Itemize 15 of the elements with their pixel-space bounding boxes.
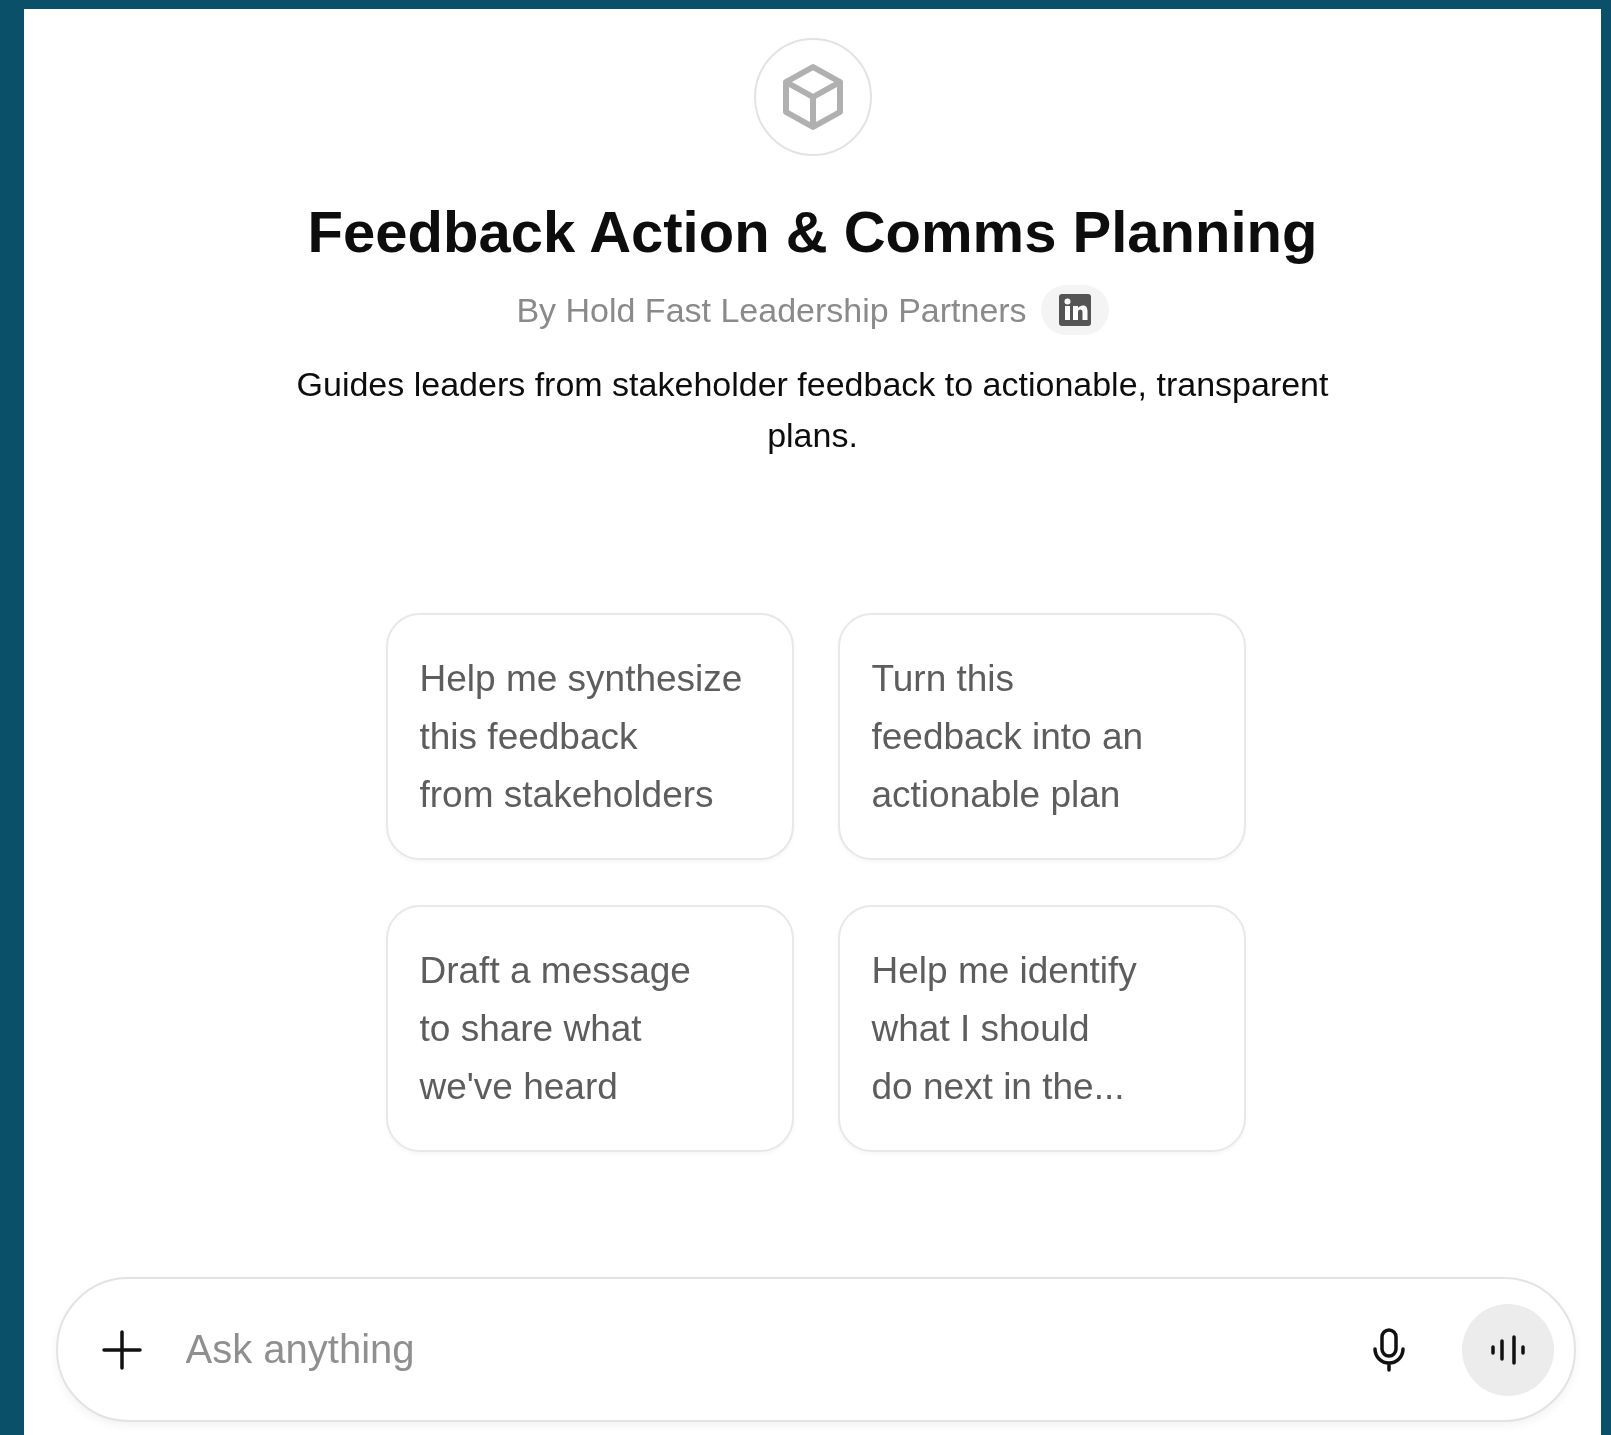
author-text: By Hold Fast Leadership Partners	[516, 290, 1027, 330]
cube-icon	[780, 63, 845, 131]
suggestion-card[interactable]: Draft a message to share what we've heard	[385, 905, 794, 1152]
waveform-icon	[1489, 1334, 1526, 1365]
microphone-icon	[1371, 1327, 1406, 1372]
gpt-title: Feedback Action & Comms Planning	[307, 199, 1318, 265]
suggestion-card[interactable]: Help me identify what I should do next in the...	[837, 905, 1246, 1152]
plus-icon	[101, 1329, 142, 1370]
add-button[interactable]	[101, 1329, 142, 1370]
suggestion-card[interactable]: Turn this feedback into an actionable plan	[837, 613, 1246, 860]
linkedin-link[interactable]	[1040, 285, 1109, 335]
suggestion-card[interactable]: Help me synthesize this feedback from stakeholders	[385, 613, 794, 860]
linkedin-icon	[1058, 294, 1091, 326]
message-input[interactable]: Ask anything	[55, 1277, 1576, 1422]
gpt-description: Guides leaders from stakeholder feedback to actionable, transparent plans.	[295, 364, 1330, 456]
